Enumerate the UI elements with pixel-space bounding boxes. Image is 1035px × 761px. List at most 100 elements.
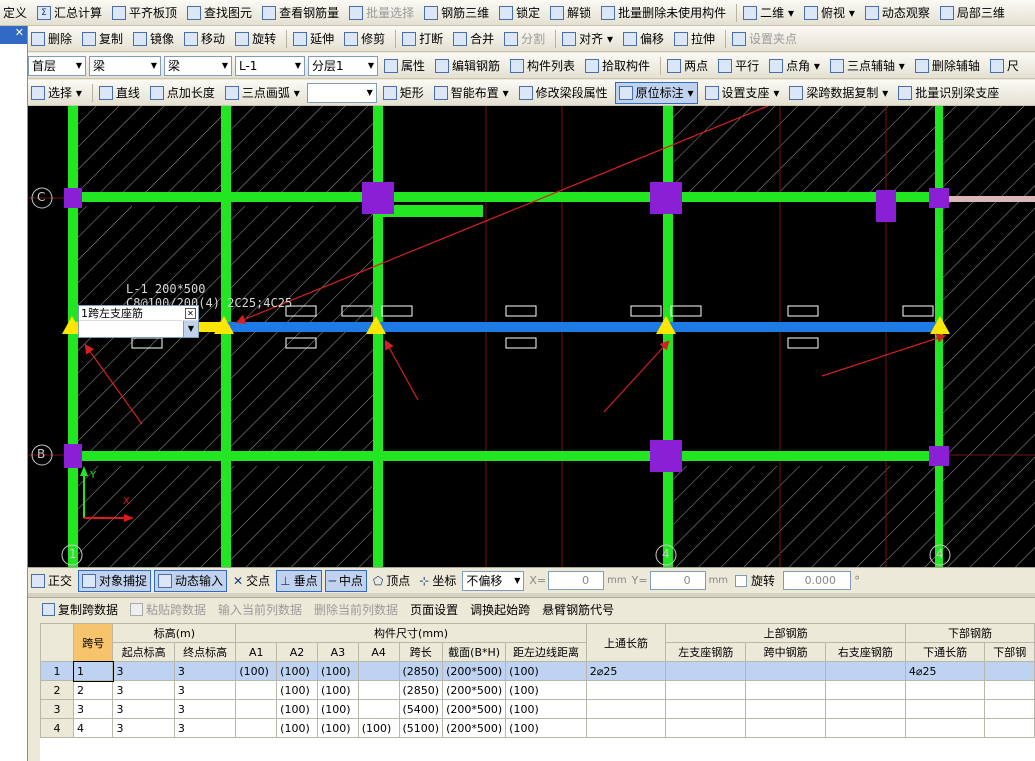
table-cell-bot2[interactable] (984, 661, 1035, 681)
tb2-stretch[interactable]: 拉伸 (671, 28, 718, 50)
table-cell-sec[interactable]: (200*500) (442, 718, 507, 738)
table-cell-end[interactable]: 3 (173, 661, 237, 681)
table-cell-dist[interactable]: (100) (505, 680, 587, 700)
table-row[interactable]: 1 1 3 3 (100) (100) (100) (2850) (200*500) (100) 2… (40, 660, 1035, 682)
floor-select[interactable]: 首层 ▼ (28, 55, 86, 76)
tb4-copy-span[interactable]: 梁跨数据复制 ▾ (786, 82, 891, 104)
table-cell-span[interactable]: 3 (73, 699, 114, 719)
tb3-parallel[interactable]: 平行 (715, 55, 762, 77)
tb4-select[interactable]: 选择 ▾ (28, 82, 85, 104)
tb2-rotate[interactable]: 旋转 (232, 28, 279, 50)
snap-perpendicular[interactable]: ⊥ 垂点 (276, 569, 322, 592)
table-cell-len[interactable]: (5100) (398, 718, 444, 738)
copy-span-data-button[interactable]: 复制跨数据 (42, 601, 118, 618)
tb1-rebar-3d[interactable]: 钢筋三维 (421, 2, 492, 24)
tb1-define[interactable]: 定义 (0, 2, 30, 24)
row-number[interactable]: 1 (40, 661, 75, 681)
tb2-mirror[interactable]: 镜像 (130, 28, 177, 50)
table-cell-sec[interactable]: (200*500) (442, 699, 507, 719)
popup-rebar-input[interactable] (79, 321, 183, 337)
tb1-batch-delete[interactable]: 批量删除未使用构件 (598, 2, 729, 24)
tb2-align[interactable]: 对齐 ▾ (559, 28, 616, 50)
table-cell-bot2[interactable] (984, 699, 1035, 719)
table-cell-sec[interactable]: (200*500) (442, 661, 507, 681)
row-number[interactable]: 4 (40, 718, 75, 738)
paste-span-data-button[interactable]: 粘贴跨数据 (130, 601, 206, 618)
tb2-offset[interactable]: 偏移 (620, 28, 667, 50)
type-select-2[interactable]: 梁 ▼ (164, 55, 232, 76)
table-cell-a3[interactable]: (100) (316, 699, 359, 719)
offset-select[interactable]: 不偏移 ▼ (462, 570, 525, 591)
table-cell-bot[interactable]: 4⌀25 (904, 661, 986, 681)
close-icon[interactable]: ✕ (15, 26, 24, 39)
tb3-edit-rebar[interactable]: 编辑钢筋 (432, 55, 503, 77)
tb4-smart-layout[interactable]: 智能布置 ▾ (431, 82, 512, 104)
table-cell-a2[interactable]: (100) (276, 680, 318, 700)
table-cell-top[interactable]: 2⌀25 (585, 661, 667, 681)
table-cell-a1[interactable] (235, 718, 278, 738)
table-cell-left[interactable] (665, 661, 747, 681)
tb2-move[interactable]: 移动 (181, 28, 228, 50)
tb2-extend[interactable]: 延伸 (290, 28, 337, 50)
table-cell-a4[interactable] (357, 680, 400, 700)
table-cell-mid[interactable] (745, 680, 826, 700)
table-row[interactable]: 4 4 3 3 (100) (100) (100) (5100) (200*500) (100) (40, 718, 1035, 738)
input-column-button[interactable]: 输入当前列数据 (218, 601, 302, 618)
table-cell-top[interactable] (585, 680, 667, 700)
snap-ortho[interactable]: 正交 (28, 570, 75, 592)
table-cell-top[interactable] (585, 699, 667, 719)
tb3-pick[interactable]: 拾取构件 (582, 55, 653, 77)
x-input[interactable]: 0 (548, 571, 605, 590)
cantilever-code-button[interactable]: 悬臂钢筋代号 (542, 601, 614, 618)
snap-intersection[interactable]: ✕ 交点 (230, 570, 273, 592)
tb4-set-support[interactable]: 设置支座 ▾ (702, 82, 783, 104)
tb1-summary[interactable]: Σ 汇总计算 (34, 2, 105, 24)
tb2-break[interactable]: 打断 (399, 28, 446, 50)
table-cell-a4[interactable] (357, 661, 400, 681)
delete-column-button[interactable]: 删除当前列数据 (314, 601, 398, 618)
tb2-copy[interactable]: 复制 (79, 28, 126, 50)
table-cell-a2[interactable]: (100) (276, 718, 318, 738)
y-input[interactable]: 0 (649, 571, 706, 590)
table-cell-end[interactable]: 3 (173, 699, 237, 719)
table-cell-len[interactable]: (2850) (398, 680, 444, 700)
table-cell-start[interactable]: 3 (112, 680, 175, 700)
table-cell-bot2[interactable] (984, 680, 1035, 700)
rotate-input[interactable]: 0.000 (783, 571, 852, 590)
table-cell-a1[interactable] (235, 680, 278, 700)
table-cell-bot[interactable] (904, 699, 986, 719)
table-cell-a1[interactable]: (100) (235, 661, 278, 681)
table-cell-right[interactable] (824, 680, 906, 700)
tb2-set-grip[interactable]: 设置夹点 (729, 28, 800, 50)
tb4-modify-span[interactable]: 修改梁段属性 (516, 82, 611, 104)
rotate-checkbox[interactable] (735, 574, 748, 587)
tb2-split[interactable]: 分割 (501, 28, 548, 50)
tb1-lock[interactable]: 锁定 (496, 2, 543, 24)
table-cell-start[interactable]: 3 (112, 661, 175, 681)
table-cell-a2[interactable]: (100) (276, 699, 318, 719)
tb1-topview-dropdown[interactable]: 俯视 ▾ (801, 2, 858, 24)
table-cell-span[interactable]: 1 (72, 660, 114, 682)
table-cell-left[interactable] (665, 680, 747, 700)
table-cell-dist[interactable]: (100) (505, 699, 587, 719)
table-cell-mid[interactable] (745, 661, 826, 681)
tb3-properties[interactable]: 属性 (381, 55, 428, 77)
table-cell-mid[interactable] (745, 699, 826, 719)
table-cell-right[interactable] (824, 661, 906, 681)
table-cell-start[interactable]: 3 (112, 699, 175, 719)
tb1-view-rebar[interactable]: 查看钢筋量 (259, 2, 342, 24)
swap-start-span-button[interactable]: 调换起始跨 (470, 601, 530, 618)
table-cell-sec[interactable]: (200*500) (442, 680, 507, 700)
table-cell-bot2[interactable] (984, 718, 1035, 738)
type-select-1[interactable]: 梁 ▼ (89, 55, 161, 76)
draw-mode-select[interactable]: ▼ (306, 82, 377, 103)
table-cell-mid[interactable] (745, 718, 826, 738)
tb1-find[interactable]: 查找图元 (184, 2, 255, 24)
tb4-in-situ-mark[interactable]: 原位标注 ▾ (614, 81, 698, 104)
tb2-trim[interactable]: 修剪 (341, 28, 388, 50)
table-cell-bot[interactable] (904, 718, 986, 738)
component-select[interactable]: L-1 ▼ (235, 55, 305, 76)
table-cell-a3[interactable]: (100) (316, 680, 359, 700)
tb3-delete-axis[interactable]: 删除辅轴 (912, 55, 983, 77)
table-cell-len[interactable]: (5400) (398, 699, 444, 719)
